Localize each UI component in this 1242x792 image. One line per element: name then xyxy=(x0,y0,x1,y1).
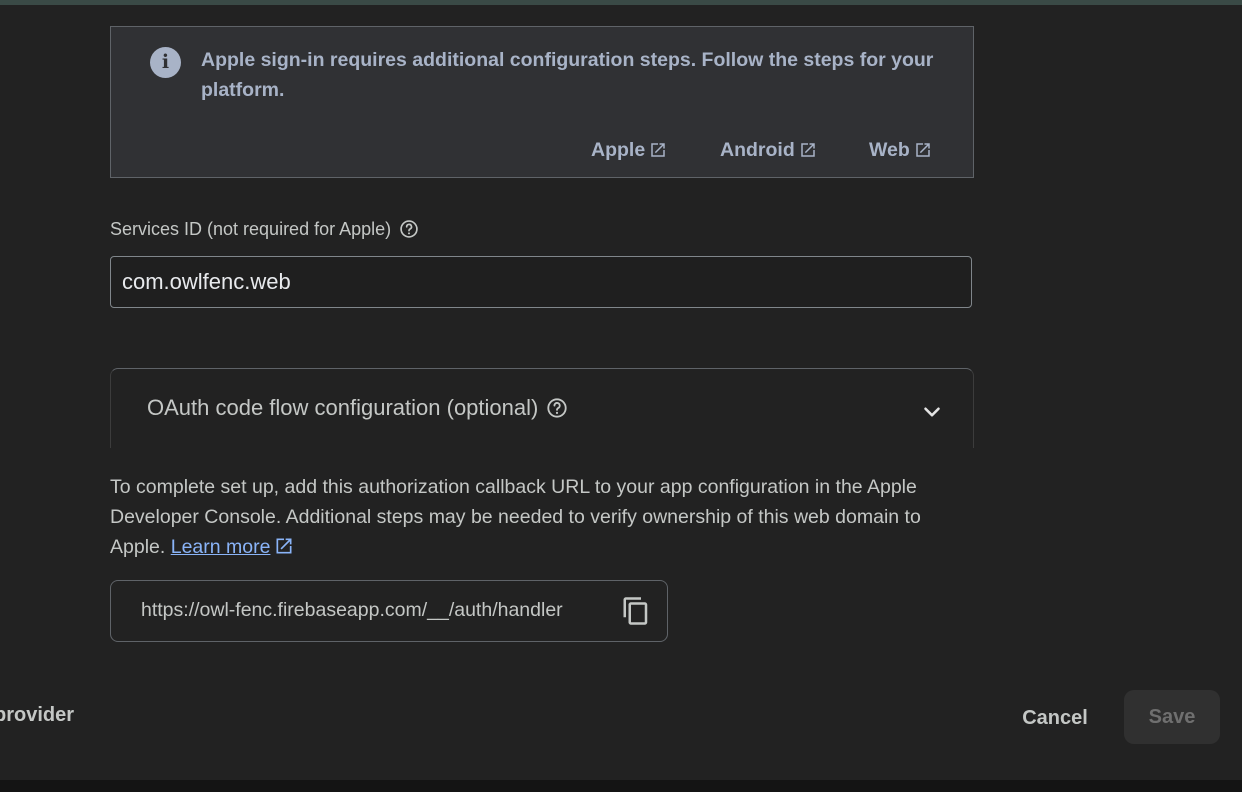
android-docs-link-label: Android xyxy=(720,138,795,161)
window-top-edge xyxy=(0,0,1242,5)
apple-docs-link-label: Apple xyxy=(591,138,646,161)
open-in-new-icon xyxy=(800,143,815,157)
help-icon[interactable] xyxy=(546,397,568,419)
android-docs-link[interactable]: Android xyxy=(720,137,817,163)
learn-more-link[interactable]: Learn more xyxy=(171,536,271,558)
open-in-new-icon[interactable] xyxy=(274,536,294,556)
cancel-button[interactable]: Cancel xyxy=(1005,694,1105,742)
info-banner: i Apple sign-in requires additional conf… xyxy=(110,26,974,178)
window-bottom-edge xyxy=(0,780,1242,792)
web-docs-link-label: Web xyxy=(869,138,910,161)
info-message: Apple sign-in requires additional config… xyxy=(201,49,934,101)
services-id-value: com.owlfenc.web xyxy=(122,269,291,294)
oauth-config-expansion-panel[interactable]: OAuth code flow configuration (optional) xyxy=(110,368,974,448)
web-docs-link[interactable]: Web xyxy=(869,137,932,163)
copy-icon[interactable] xyxy=(621,595,651,627)
services-id-input[interactable]: com.owlfenc.web xyxy=(110,256,972,308)
apple-docs-link[interactable]: Apple xyxy=(591,137,667,163)
services-id-label-text: Services ID (not required for Apple) xyxy=(110,218,392,239)
services-id-label: Services ID (not required for Apple) xyxy=(110,216,419,242)
help-icon[interactable] xyxy=(399,219,419,239)
oauth-config-header[interactable]: OAuth code flow configuration (optional) xyxy=(147,393,568,423)
callback-instructions: To complete set up, add this authorizati… xyxy=(110,472,970,562)
callback-url: https://owl-fenc.firebaseapp.com/__/auth… xyxy=(141,599,563,621)
provider-label: provider xyxy=(0,704,75,726)
open-in-new-icon xyxy=(916,143,930,157)
callback-url-field: https://owl-fenc.firebaseapp.com/__/auth… xyxy=(110,580,668,642)
oauth-config-title: OAuth code flow configuration (optional) xyxy=(147,395,539,420)
open-in-new-icon xyxy=(651,143,665,157)
save-button[interactable]: Save xyxy=(1124,690,1220,744)
chevron-down-icon[interactable] xyxy=(919,399,945,425)
info-icon: i xyxy=(150,47,181,78)
